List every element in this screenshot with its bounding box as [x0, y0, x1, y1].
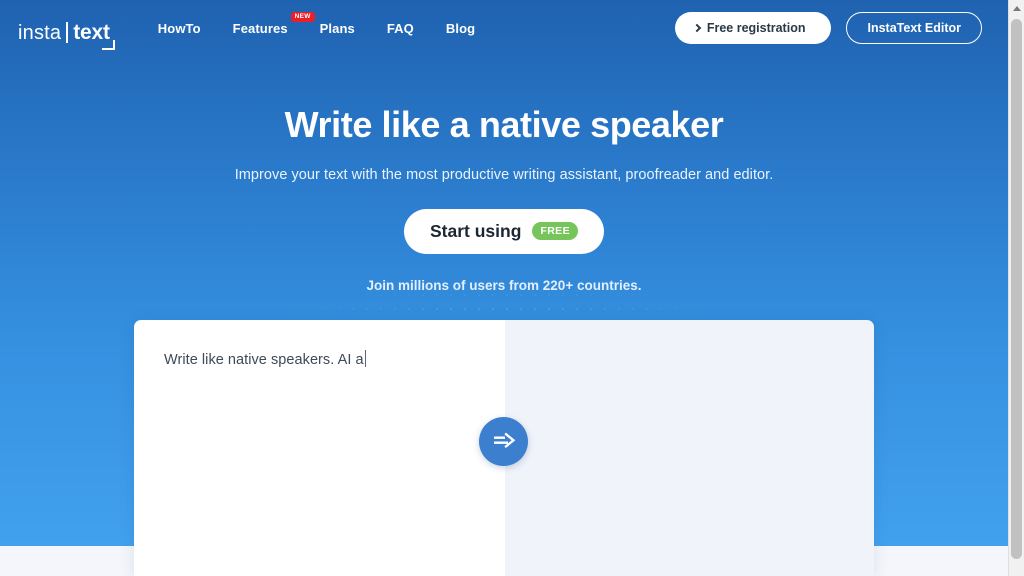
rephrase-arrow-icon — [493, 432, 515, 448]
free-badge: FREE — [532, 222, 578, 240]
nav-item-blog[interactable]: Blog — [446, 21, 475, 36]
nav-item-plans[interactable]: Plans — [320, 21, 355, 36]
nav-item-label: FAQ — [386, 20, 414, 36]
social-proof-text: Join millions of users from 220+ countri… — [366, 277, 642, 293]
nav-item-label: HowTo — [157, 20, 201, 36]
start-using-label: Start using — [429, 220, 522, 241]
page-title: Write like a native speaker — [284, 104, 724, 145]
page-viewport: insta text HowTo Features NEW Plans FAQ — [0, 0, 1008, 576]
start-using-button[interactable]: Start using FREE — [403, 208, 604, 254]
free-registration-label: Free registration — [706, 21, 806, 35]
rephrase-button[interactable] — [479, 417, 528, 466]
editor-output-pane[interactable] — [505, 320, 874, 576]
nav-actions: Free registration InstaText Editor — [674, 12, 982, 44]
editor-input-pane[interactable]: Write like native speakers. AI a — [134, 320, 505, 576]
browser-page: insta text HowTo Features NEW Plans FAQ — [0, 0, 1024, 576]
free-registration-button[interactable]: Free registration — [674, 12, 832, 44]
scroll-up-arrow-icon[interactable] — [1009, 0, 1024, 17]
text-cursor — [364, 350, 366, 367]
nav-item-label: Features — [232, 20, 288, 36]
nav-item-label: Blog — [445, 20, 476, 36]
nav-item-features[interactable]: Features NEW — [232, 11, 315, 36]
top-navigation-bar: insta text HowTo Features NEW Plans FAQ — [0, 0, 1008, 56]
vertical-scrollbar[interactable] — [1008, 0, 1024, 576]
logo-bracket-icon — [101, 40, 115, 50]
nav-links: HowTo Features NEW Plans FAQ Blog — [158, 11, 475, 36]
hero-cta-wrapper: Start using FREE — [0, 208, 1008, 254]
instatext-editor-button[interactable]: InstaText Editor — [846, 12, 982, 44]
nav-item-faq[interactable]: FAQ — [387, 21, 414, 36]
logo-insta-word: insta — [18, 22, 62, 44]
instatext-logo[interactable]: insta text — [18, 13, 115, 50]
editor-input-text: Write like native speakers. AI a — [164, 352, 364, 368]
hero-subtitle: Improve your text with the most producti… — [234, 166, 774, 183]
logo-divider-bar — [66, 22, 69, 43]
instatext-editor-label: InstaText Editor — [867, 21, 961, 35]
scrollbar-thumb[interactable] — [1011, 19, 1022, 559]
nav-item-howto[interactable]: HowTo — [158, 21, 201, 36]
chevron-right-icon — [692, 23, 702, 33]
new-badge: NEW — [290, 11, 315, 22]
nav-item-label: Plans — [319, 20, 355, 36]
